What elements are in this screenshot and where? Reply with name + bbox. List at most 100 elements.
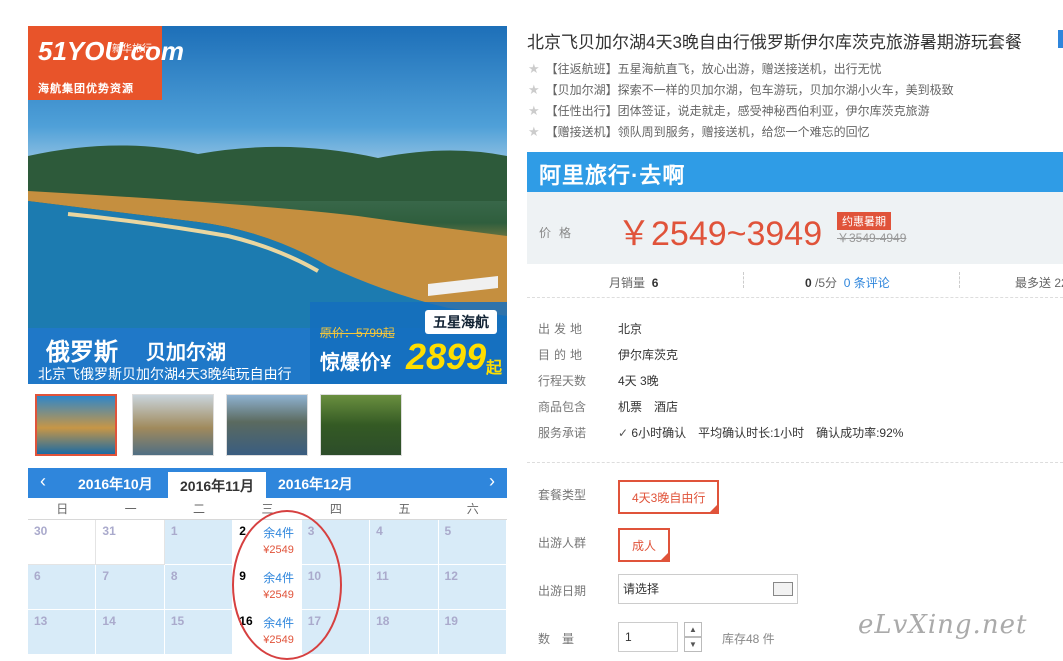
star-icon: ★	[528, 82, 540, 97]
hero-price-box: 五星海航 原价：5799起 惊爆价¥ 2899 起	[310, 302, 507, 384]
feature-item: ★ 【贝加尔湖】探索不一样的贝加尔湖，包车游玩，贝加尔湖小火车，美到极致	[528, 81, 954, 102]
calendar-week-row: 30 31 1 2 余4件 ¥2549 3 4 5	[28, 520, 507, 565]
chevron-left-icon[interactable]: ‹	[40, 471, 46, 492]
day-number: 8	[170, 569, 178, 583]
store-banner[interactable]: 阿里旅行·去啊	[527, 152, 1063, 192]
calendar-icon[interactable]	[773, 582, 793, 596]
route-text: 北京飞俄罗斯贝加尔湖4天3晚纯玩自由行	[38, 366, 292, 382]
thumbnail-2[interactable]	[132, 394, 214, 456]
day-number: 1	[170, 524, 178, 538]
thumbnail-4[interactable]	[320, 394, 402, 456]
points-credit: 最多送 22	[1015, 276, 1063, 290]
calendar-day-available[interactable]: 9 余4件 ¥2549	[233, 565, 302, 610]
price-row: 价格 ￥2549~3949 约惠暑期 ￥3549-4949	[527, 192, 1063, 264]
weekday-label: 三	[261, 502, 274, 516]
calendar-day: 1	[164, 520, 234, 565]
decrement-button[interactable]: ▼	[684, 637, 702, 652]
feature-item: ★ 【往返航班】五星海航直飞，放心出游，赠送接送机，出行无忧	[528, 60, 954, 81]
day-number: 6	[34, 569, 41, 583]
thumbnail-3[interactable]	[226, 394, 308, 456]
crowd-value: 成人	[632, 539, 657, 553]
day-number: 17	[307, 614, 322, 628]
deal-price: 2899	[406, 336, 487, 377]
title-accent-bar	[1058, 30, 1063, 48]
rating: 0 /5分 0 条评论	[805, 274, 890, 291]
check-circle-icon: ✓	[618, 426, 629, 440]
increment-button[interactable]: ▲	[684, 622, 702, 637]
crowd-option[interactable]: 成人	[618, 528, 671, 562]
calendar-day-available[interactable]: 16 余4件 ¥2549	[233, 610, 302, 655]
info-key: 目的地	[538, 348, 587, 362]
calendar-day: 4	[370, 520, 439, 565]
day-number: 12	[444, 569, 458, 583]
weekday-label: 六	[466, 502, 479, 516]
calendar-week-row: 6 7 8 9 余4件 ¥2549 10 11 12	[28, 565, 507, 610]
day-stock: 余4件	[263, 526, 294, 540]
date-picker-input[interactable]: 请选择	[618, 574, 798, 604]
calendar-day: 13	[28, 610, 97, 655]
calendar-day: 15	[164, 610, 234, 655]
calendar-day: 14	[96, 610, 165, 655]
crowd-row: 出游人群 成人	[538, 526, 1063, 574]
calendar-grid: 30 31 1 2 余4件 ¥2549 3 4 5 6 7 8 9 余4件 ¥2549 10 11 12 13 14 1…	[28, 520, 507, 655]
calendar-day: 30	[28, 520, 97, 565]
feature-text: 【任性出行】团体签证，说走就走，感受神秘西伯利亚，伊尔库茨克旅游	[545, 104, 930, 118]
chevron-right-icon[interactable]: ›	[489, 471, 495, 492]
tab-month-prev[interactable]: 2016年10月	[78, 474, 153, 494]
info-key: 商品包含	[538, 400, 587, 414]
sales-label: 月销量	[609, 276, 646, 290]
day-number: 31	[102, 524, 116, 538]
brand-logo: 51YOU.com 新华旅行 海航集团优势资源	[28, 26, 184, 100]
day-number: 9	[239, 569, 246, 583]
date-placeholder: 请选择	[623, 582, 660, 596]
old-price: ￥3549-4949	[837, 231, 907, 245]
airline-badge: 五星海航	[425, 310, 497, 334]
day-number: 3	[307, 524, 315, 538]
calendar-day: 10	[301, 565, 371, 610]
brand-tag: 海航集团优势资源	[38, 83, 134, 95]
calendar-day-available[interactable]: 2 余4件 ¥2549	[233, 520, 302, 565]
package-row: 套餐类型 4天3晚自由行	[538, 478, 1063, 526]
divider	[743, 272, 744, 288]
day-number: 13	[34, 614, 48, 628]
quantity-input[interactable]: 1	[618, 622, 678, 652]
tab-month-next[interactable]: 2016年12月	[278, 474, 353, 494]
reviews-link[interactable]: 0 条评论	[844, 276, 890, 290]
divider	[959, 272, 960, 288]
day-number: 15	[170, 614, 185, 628]
calendar-week-row: 13 14 15 16 余4件 ¥2549 17 18 19	[28, 610, 507, 655]
weekday-row: 日一二三四五六	[28, 498, 507, 520]
thumbnail-1[interactable]	[35, 394, 117, 456]
info-value: 北京	[618, 322, 643, 336]
day-number: 19	[444, 614, 458, 628]
feature-item: ★ 【任性出行】团体签证，说走就走，感受神秘西伯利亚，伊尔库茨克旅游	[528, 102, 954, 123]
info-value: 4天 3晚	[618, 374, 659, 388]
package-option[interactable]: 4天3晚自由行	[618, 480, 720, 514]
day-stock: 余4件	[263, 571, 294, 585]
info-value: 伊尔库茨克	[618, 348, 679, 362]
day-number: 11	[376, 569, 389, 583]
service-promise: ✓ 6小时确认 平均确认时长:1小时 确认成功率:92%	[618, 424, 903, 441]
day-stock: 余4件	[263, 616, 294, 630]
weekday-label: 日	[56, 502, 69, 516]
calendar-day: 18	[370, 610, 439, 655]
hero-image[interactable]: 51YOU.com 新华旅行 海航集团优势资源 俄罗斯 贝加尔湖 北京飞俄罗斯贝…	[28, 26, 507, 384]
selected-corner	[709, 504, 719, 513]
price-range: ￥2549~3949	[617, 215, 823, 253]
brand-name: 51YOU.com	[38, 36, 184, 66]
product-title: 北京飞贝加尔湖4天3晚自由行俄罗斯伊尔库茨克旅游暑期游玩套餐	[527, 33, 1022, 52]
tab-month-current[interactable]: 2016年11月	[168, 472, 266, 498]
brand-sub: 新华旅行	[112, 44, 152, 55]
rating-suffix: /5分	[815, 276, 838, 290]
feature-list: ★ 【往返航班】五星海航直飞，放心出游，赠送接送机，出行无忧 ★ 【贝加尔湖】探索不…	[528, 60, 954, 144]
promo-badge: 约惠暑期	[837, 212, 891, 230]
weekday-label: 四	[329, 502, 342, 516]
day-price: ¥2549	[263, 589, 294, 601]
feature-text: 【赠接送机】领队周到服务，赠接送机，给您一个难忘的回忆	[545, 125, 870, 139]
destination-country: 俄罗斯	[46, 339, 118, 366]
weekday-label: 一	[124, 502, 137, 516]
calendar-day: 31	[96, 520, 165, 565]
feature-text: 【贝加尔湖】探索不一样的贝加尔湖，包车游玩，贝加尔湖小火车，美到极致	[545, 83, 954, 97]
info-key: 出发地	[538, 322, 587, 336]
deal-label: 惊爆价¥	[320, 352, 392, 374]
